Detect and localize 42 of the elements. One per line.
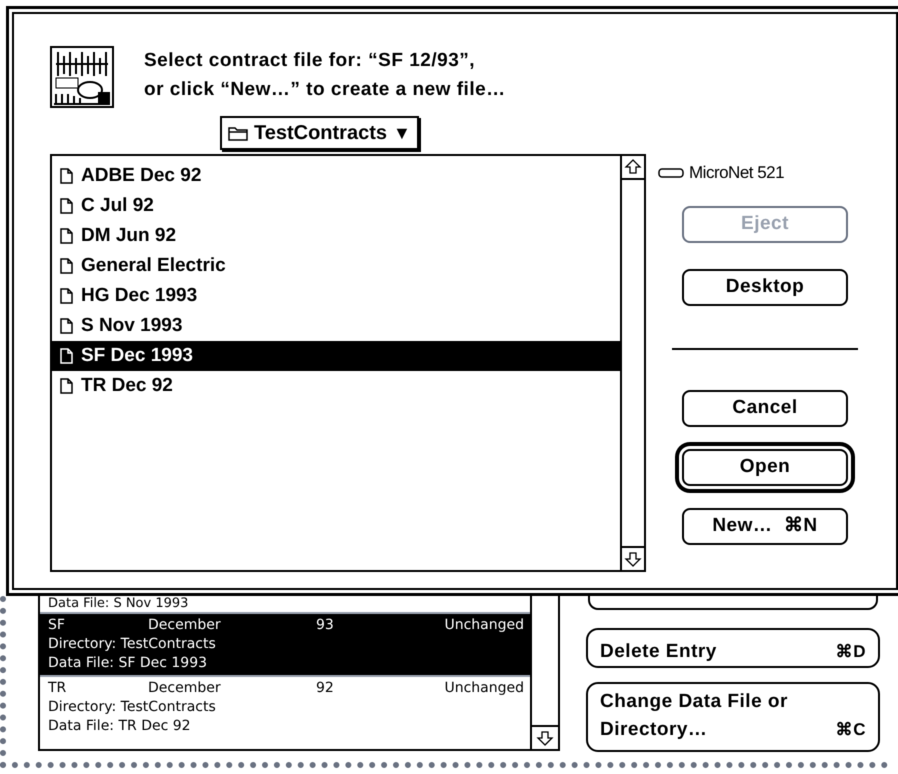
entry-line: Data File: TR Dec 92	[48, 718, 191, 734]
folder-icon	[228, 125, 248, 141]
dropdown-arrow: ▼	[393, 122, 411, 144]
scroll-up-icon[interactable]	[624, 158, 642, 176]
scrollbar[interactable]	[620, 156, 644, 570]
entry-line: Directory: TestContracts	[48, 699, 216, 715]
app-icon	[50, 46, 114, 108]
document-icon	[60, 288, 73, 304]
entry-month: December	[148, 679, 222, 698]
entry-code: TR	[48, 679, 68, 698]
entry-item[interactable]: SF December 93 Unchanged Directory: TestContracts Data File: SF Dec 1993	[40, 612, 530, 675]
dialog-button[interactable]: Cancel	[682, 390, 848, 426]
partial-button[interactable]	[588, 596, 878, 610]
entry-button[interactable]: Delete Entry ⌘D	[586, 628, 880, 668]
dialog-button[interactable]: Desktop	[682, 268, 848, 306]
entry-year: 92	[316, 679, 334, 698]
drive-icon	[658, 168, 684, 178]
scrollbar[interactable]	[530, 596, 558, 749]
entry-line: Data File: S Nov 1993	[48, 596, 188, 611]
entry-year: 93	[316, 616, 334, 635]
document-icon	[60, 168, 73, 184]
document-icon	[60, 318, 73, 334]
drive-name: MicroNet 521	[689, 162, 784, 184]
scroll-down-icon[interactable]	[536, 729, 554, 747]
folder-popup[interactable]: TestContracts ▼	[220, 116, 419, 150]
file-item[interactable]: SF Dec 1993	[52, 341, 620, 371]
document-icon	[60, 258, 73, 274]
dialog-button[interactable]: New… ⌘N	[682, 508, 848, 544]
document-icon	[60, 228, 73, 244]
document-icon	[60, 378, 73, 394]
prompt-text: or click “New…” to create a new file…	[144, 78, 506, 102]
entry-line: Directory: TestContracts	[48, 636, 216, 652]
entry-button[interactable]: Change Data File or Directory… ⌘C	[586, 682, 880, 752]
entry-month: December	[148, 616, 222, 635]
entry-code: SF	[48, 616, 66, 635]
entry-status: Unchanged	[444, 679, 524, 698]
document-icon	[60, 348, 73, 364]
entry-status: Unchanged	[444, 616, 524, 635]
document-icon	[60, 198, 73, 214]
entry-line: Data File: SF Dec 1993	[48, 655, 208, 671]
prompt-text: Select contract file for: “SF 12/93”,	[144, 49, 476, 73]
scroll-down-icon[interactable]	[624, 550, 642, 568]
